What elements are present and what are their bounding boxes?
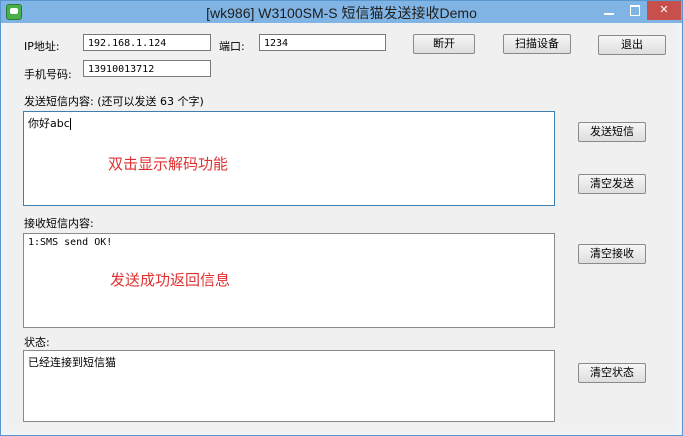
ip-input[interactable]: 192.168.1.124 bbox=[83, 34, 211, 51]
send-sms-button[interactable]: 发送短信 bbox=[578, 122, 646, 142]
send-content-label: 发送短信内容: (还可以发送 63 个字) bbox=[24, 95, 204, 108]
maximize-icon bbox=[630, 5, 640, 16]
send-textarea[interactable]: 你好abc bbox=[23, 111, 555, 206]
minimize-button[interactable] bbox=[596, 1, 622, 20]
send-annotation: 双击显示解码功能 bbox=[108, 155, 229, 173]
phone-label: 手机号码: bbox=[24, 68, 72, 81]
send-text: 你好abc bbox=[28, 117, 70, 130]
receive-content-label: 接收短信内容: bbox=[24, 217, 94, 230]
receive-textarea[interactable]: 1:SMS send OK! bbox=[23, 233, 555, 328]
close-button[interactable]: ✕ bbox=[647, 1, 681, 20]
status-text: 已经连接到短信猫 bbox=[28, 356, 116, 369]
title-bar: [wk986] W3100SM-S 短信猫发送接收Demo ✕ bbox=[1, 1, 682, 23]
receive-text: 1:SMS send OK! bbox=[28, 237, 113, 248]
window-title: [wk986] W3100SM-S 短信猫发送接收Demo bbox=[206, 5, 477, 21]
status-textarea[interactable]: 已经连接到短信猫 bbox=[23, 350, 555, 422]
maximize-button[interactable] bbox=[622, 1, 647, 20]
clear-receive-button[interactable]: 清空接收 bbox=[578, 244, 646, 264]
ip-label: IP地址: bbox=[24, 40, 60, 53]
port-label: 端口: bbox=[219, 40, 245, 53]
disconnect-button[interactable]: 断开 bbox=[413, 34, 475, 54]
status-label: 状态: bbox=[24, 336, 50, 349]
phone-input[interactable]: 13910013712 bbox=[83, 60, 211, 77]
port-input[interactable]: 1234 bbox=[259, 34, 386, 51]
clear-send-button[interactable]: 清空发送 bbox=[578, 174, 646, 194]
clear-status-button[interactable]: 清空状态 bbox=[578, 363, 646, 383]
minimize-icon bbox=[604, 13, 614, 15]
receive-annotation: 发送成功返回信息 bbox=[110, 271, 231, 289]
scan-devices-button[interactable]: 扫描设备 bbox=[503, 34, 571, 54]
main-panel: IP地址: 192.168.1.124 端口: 1234 断开 扫描设备 退出 … bbox=[7, 23, 675, 431]
close-icon: ✕ bbox=[659, 3, 669, 16]
text-caret bbox=[69, 118, 71, 130]
exit-button[interactable]: 退出 bbox=[598, 35, 666, 55]
app-window: [wk986] W3100SM-S 短信猫发送接收Demo ✕ IP地址: 19… bbox=[0, 0, 683, 436]
